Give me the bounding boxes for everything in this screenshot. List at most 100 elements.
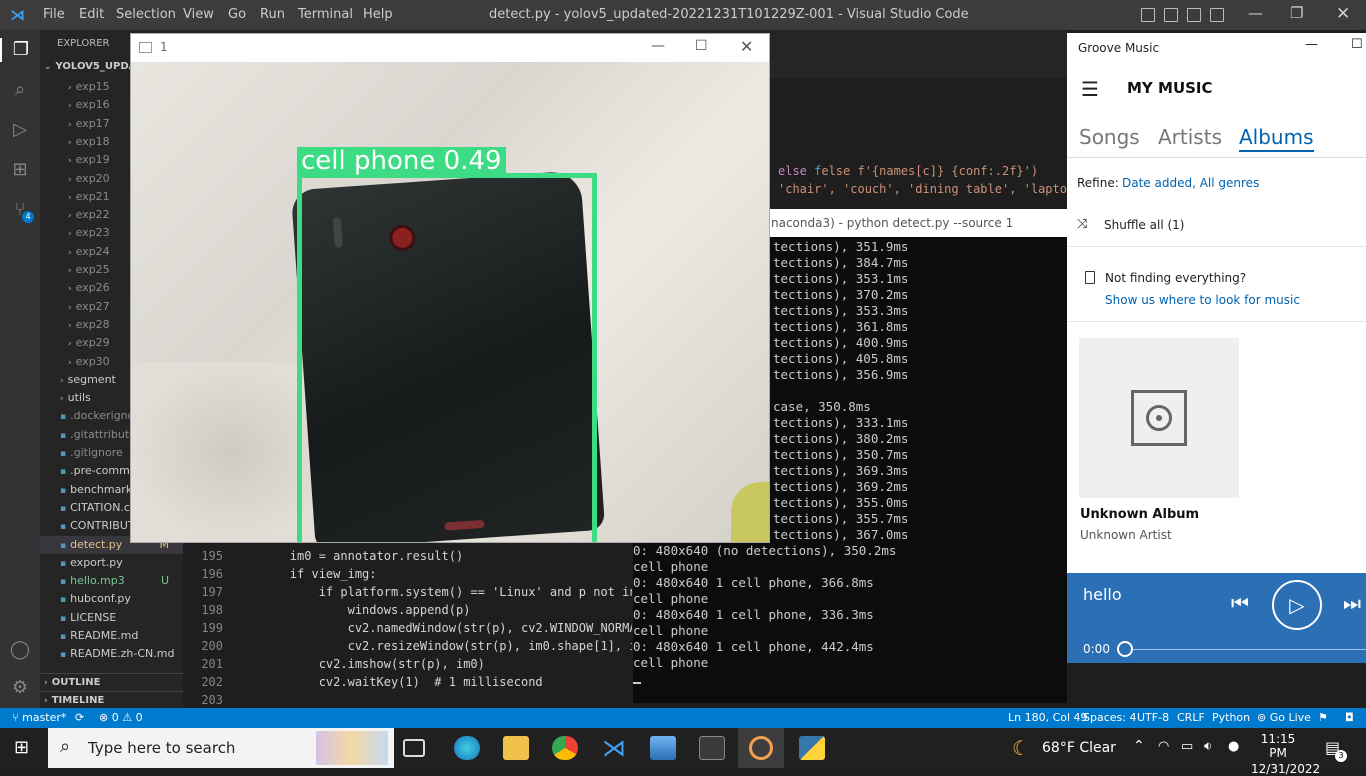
battery-icon[interactable]: ▭: [1181, 739, 1193, 754]
search-icon[interactable]: ⌕: [8, 78, 32, 102]
next-track-icon[interactable]: ⏭: [1343, 591, 1361, 615]
branch-status[interactable]: ⑂ master*: [12, 711, 66, 724]
seek-thumb[interactable]: [1117, 641, 1133, 657]
terminal-line: tections), 355.7ms: [773, 511, 909, 526]
edge-icon[interactable]: [454, 736, 480, 760]
code-line[interactable]: im0 = annotator.result(): [232, 549, 463, 563]
language-mode[interactable]: Python: [1212, 711, 1250, 724]
code-line[interactable]: cv2.imshow(str(p), im0): [232, 657, 485, 671]
groove-window[interactable]: Groove Music — ☐ ☰ MY MUSIC Songs Artist…: [1067, 33, 1366, 663]
terminal-taskbar-icon[interactable]: [699, 736, 725, 760]
windows-start-icon[interactable]: ⊞: [14, 738, 34, 758]
toggle-sidebar-icon[interactable]: [1141, 8, 1155, 22]
shuffle-all-button[interactable]: Shuffle all (1): [1104, 218, 1184, 232]
file-hello-mp3[interactable]: ▪ hello.mp3 U: [40, 572, 183, 590]
task-view-icon[interactable]: [403, 739, 425, 757]
now-playing-title[interactable]: hello: [1083, 585, 1122, 604]
groove-minimize-icon[interactable]: —: [1305, 37, 1318, 52]
menu-run[interactable]: Run: [260, 7, 285, 22]
file-license[interactable]: ▪ LICENSE: [40, 609, 183, 627]
hamburger-menu-icon[interactable]: ☰: [1081, 77, 1099, 101]
file-hubconf-py[interactable]: ▪ hubconf.py: [40, 590, 183, 608]
tab-artists[interactable]: Artists: [1158, 125, 1222, 149]
feedback-icon[interactable]: ⚑: [1318, 711, 1328, 724]
explorer-icon[interactable]: ❐: [0, 38, 40, 62]
play-button[interactable]: ▷: [1272, 580, 1322, 630]
go-live-button[interactable]: ⊚ Go Live: [1257, 711, 1311, 724]
code-line[interactable]: cv2.namedWindow(str(p), cv2.WINDOW_NORMA…: [232, 621, 632, 635]
chevron-right-icon: ›: [68, 320, 72, 331]
menu-view[interactable]: View: [183, 7, 214, 22]
previous-track-icon[interactable]: ⏮: [1231, 591, 1249, 615]
tree-item-label: README.md: [70, 629, 139, 642]
groove-app-title: Groove Music: [1078, 41, 1160, 55]
volume-icon[interactable]: 🔉︎: [1204, 739, 1212, 754]
file-icon: ▪: [60, 540, 67, 551]
sync-icon[interactable]: ⟳: [75, 711, 84, 724]
menu-help[interactable]: Help: [363, 7, 393, 22]
tree-item-label: exp16: [75, 98, 110, 112]
outline-section[interactable]: › OUTLINE: [40, 673, 183, 691]
album-title[interactable]: Unknown Album: [1080, 507, 1199, 522]
code-line[interactable]: windows.append(p): [232, 603, 471, 617]
account-icon[interactable]: ◯: [8, 638, 32, 662]
cv-maximize-icon[interactable]: ☐: [695, 38, 708, 54]
file-readme-zh-cn-md[interactable]: ▪ README.zh-CN.md: [40, 645, 183, 663]
photos-icon[interactable]: [650, 736, 676, 760]
encoding[interactable]: UTF-8: [1137, 711, 1169, 724]
cv-minimize-icon[interactable]: —: [651, 38, 665, 54]
elapsed-time: 0:00: [1083, 642, 1110, 656]
menu-selection[interactable]: Selection: [116, 7, 176, 22]
notification-count: 3: [1335, 750, 1347, 762]
weather-text[interactable]: 68°F Clear: [1042, 740, 1116, 756]
file-export-py[interactable]: ▪ export.py: [40, 554, 183, 572]
cv-close-icon[interactable]: ✕: [740, 37, 753, 56]
chevron-right-icon: ›: [68, 211, 72, 222]
chrome-icon[interactable]: [552, 736, 578, 760]
toggle-panel-icon[interactable]: [1164, 8, 1178, 22]
code-line[interactable]: if view_img:: [232, 567, 377, 581]
restore-icon[interactable]: ❐: [1290, 4, 1303, 22]
detection-label: cell phone 0.49: [297, 147, 506, 175]
taskbar-search[interactable]: ⌕ Type here to search: [48, 728, 394, 768]
settings-gear-icon[interactable]: ⚙: [8, 676, 32, 700]
seek-track[interactable]: [1127, 649, 1366, 650]
code-line[interactable]: cv2.resizeWindow(str(p), im0.shape[1], i: [232, 639, 632, 653]
notifications-icon[interactable]: ◘: [1345, 711, 1354, 724]
cursor-position[interactable]: Ln 180, Col 49: [1008, 711, 1088, 724]
customize-layout-icon[interactable]: [1210, 8, 1224, 22]
album-tile[interactable]: [1079, 338, 1239, 498]
toggle-secondary-sidebar-icon[interactable]: [1187, 8, 1201, 22]
eol[interactable]: CRLF: [1177, 711, 1205, 724]
minimize-icon[interactable]: —: [1248, 4, 1263, 22]
file-explorer-icon[interactable]: [503, 736, 529, 760]
menu-file[interactable]: File: [43, 7, 65, 22]
show-us-link[interactable]: Show us where to look for music: [1105, 293, 1300, 307]
tab-albums[interactable]: Albums: [1239, 125, 1314, 152]
refine-filter-link[interactable]: Date added, All genres: [1122, 176, 1259, 190]
menu-edit[interactable]: Edit: [79, 7, 104, 22]
file-readme-md[interactable]: ▪ README.md: [40, 627, 183, 645]
extensions-icon[interactable]: ⊞: [8, 158, 32, 182]
tab-songs[interactable]: Songs: [1079, 125, 1140, 149]
opencv-window[interactable]: 1 — ☐ ✕ cell phone 0.49: [130, 33, 770, 543]
album-artist[interactable]: Unknown Artist: [1080, 528, 1172, 542]
groove-maximize-icon[interactable]: ☐: [1351, 37, 1363, 52]
menu-terminal[interactable]: Terminal: [298, 7, 353, 22]
vscode-taskbar-icon[interactable]: ⋊: [601, 736, 627, 760]
python-icon[interactable]: [799, 736, 825, 760]
clock[interactable]: 11:15 PM 12/31/2022: [1251, 732, 1320, 776]
menu-go[interactable]: Go: [228, 7, 246, 22]
code-line[interactable]: cv2.waitKey(1) # 1 millisecond: [232, 675, 543, 689]
indentation[interactable]: Spaces: 4: [1083, 711, 1136, 724]
mic-icon[interactable]: ●: [1228, 739, 1239, 754]
code-line[interactable]: if platform.system() == 'Linux' and p no…: [232, 585, 632, 599]
wifi-icon[interactable]: ◠: [1158, 739, 1169, 754]
tray-chevron-icon[interactable]: ⌃: [1133, 738, 1145, 754]
now-playing-bar: hello ⏮ ▷ ⏭ 0:00: [1067, 573, 1366, 663]
close-icon[interactable]: ✕: [1336, 4, 1350, 24]
groove-taskbar-active[interactable]: [738, 728, 784, 768]
problems-status[interactable]: ⊗ 0 ⚠ 0: [99, 711, 143, 724]
timeline-section[interactable]: › TIMELINE: [40, 691, 183, 708]
run-debug-icon[interactable]: ▷: [8, 118, 32, 142]
